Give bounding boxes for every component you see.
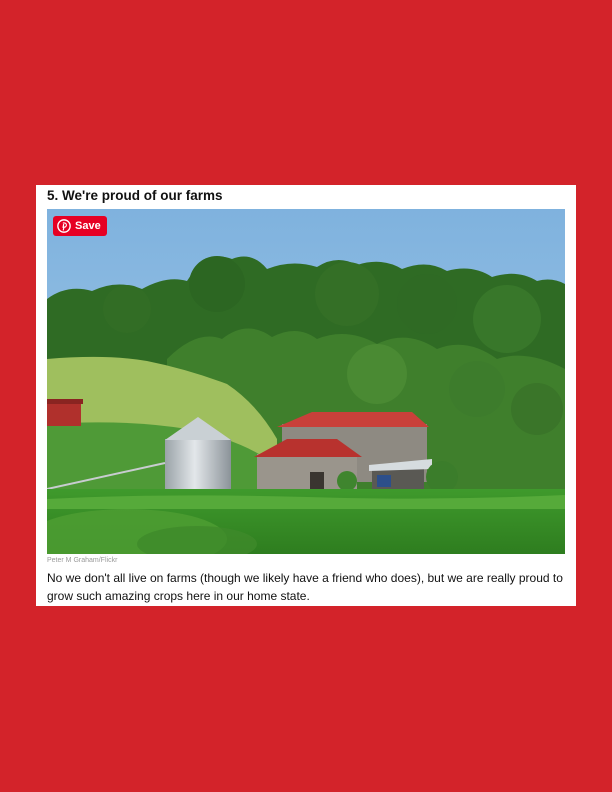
pinterest-icon bbox=[57, 219, 71, 233]
article-caption: No we don't all live on farms (though we… bbox=[47, 571, 563, 603]
pinterest-save-button[interactable]: Save bbox=[53, 216, 107, 236]
article-card: 5. We're proud of our farms Save Peter M… bbox=[36, 185, 576, 606]
photo-credit: Peter M Graham/Flickr bbox=[47, 557, 118, 564]
save-label: Save bbox=[75, 220, 101, 232]
farm-photo bbox=[47, 209, 565, 554]
section-heading: 5. We're proud of our farms bbox=[47, 188, 223, 203]
